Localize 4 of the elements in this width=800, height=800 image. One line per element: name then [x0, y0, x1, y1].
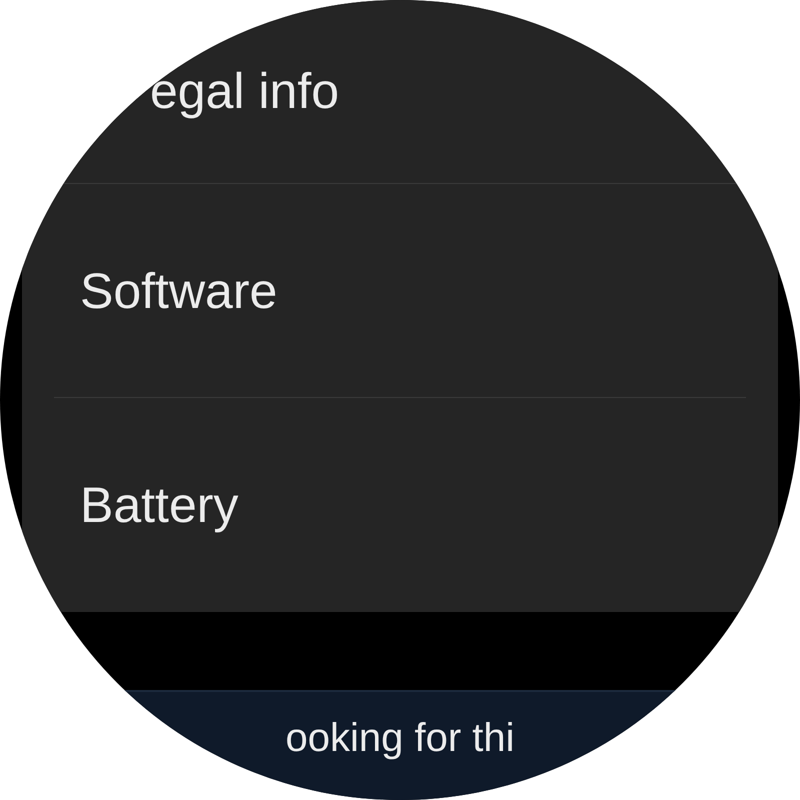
menu-item[interactable]: egal info	[150, 60, 340, 121]
menu-item[interactable]: Battery	[80, 475, 238, 536]
suggestion-title: ooking for thi	[285, 715, 515, 762]
menu-item[interactable]: Software	[80, 260, 278, 321]
